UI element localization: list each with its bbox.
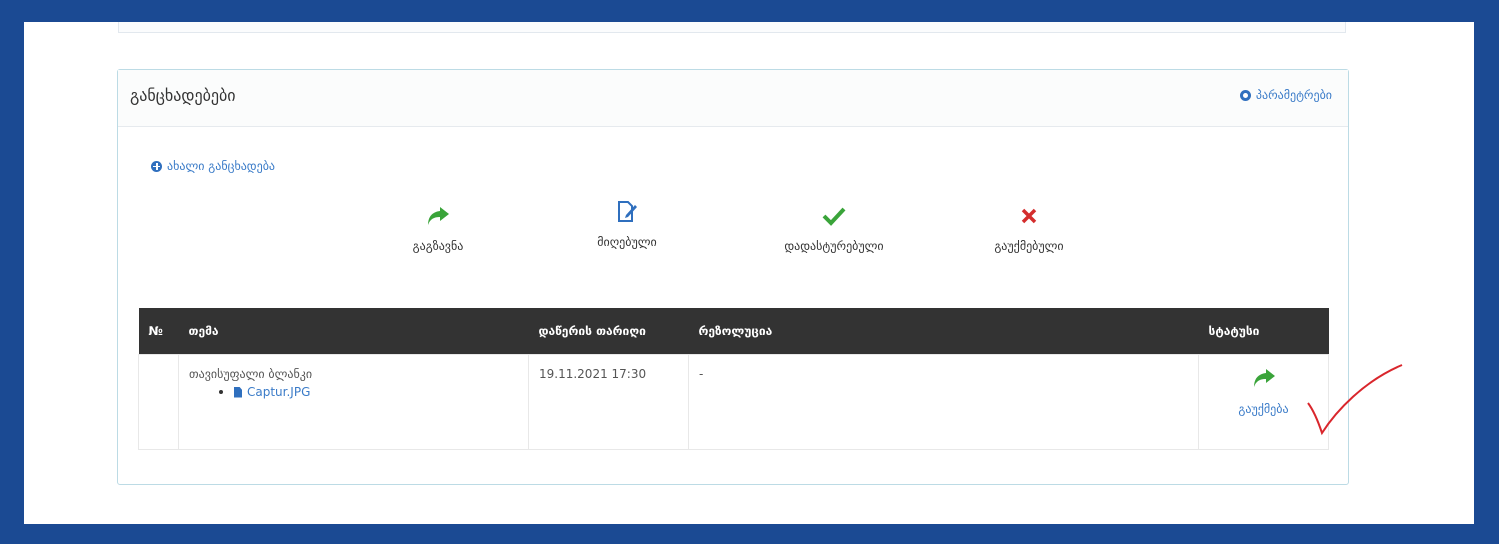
share-arrow-icon bbox=[428, 207, 449, 225]
new-application-label: ახალი განცხადება bbox=[167, 159, 276, 173]
header-date[interactable]: დაწერის თარიღი bbox=[528, 308, 689, 355]
action-cancelled[interactable]: გაუქმებული bbox=[969, 203, 1089, 253]
row-resolution: - bbox=[688, 354, 1199, 450]
action-confirmed[interactable]: დადასტურებული bbox=[764, 203, 904, 253]
row-date: 19.11.2021 17:30 bbox=[528, 354, 689, 450]
panel-title: განცხადებები bbox=[130, 86, 236, 105]
action-received[interactable]: მიღებული bbox=[567, 199, 687, 249]
share-arrow-icon[interactable] bbox=[1251, 367, 1277, 389]
previous-panel-edge bbox=[118, 22, 1346, 33]
table-row: თავისუფალი ბლანკი Captur.JPG 19.11.2021 … bbox=[138, 354, 1329, 450]
action-send[interactable]: გაგზავნა bbox=[378, 203, 498, 253]
gear-icon bbox=[1239, 89, 1251, 101]
panel-header: განცხადებები პარამეტრები bbox=[118, 70, 1348, 127]
table-header-row: № თემა დაწერის თარიღი რეზოლუცია სტატუსი bbox=[138, 308, 1329, 355]
applications-panel: განცხადებები პარამეტრები ახალი განცხადებ… bbox=[117, 69, 1349, 485]
row-topic: თავისუფალი ბლანკი bbox=[189, 367, 313, 381]
applications-table: № თემა დაწერის თარიღი რეზოლუცია სტატუსი … bbox=[138, 308, 1329, 450]
edit-document-icon bbox=[618, 201, 637, 222]
header-number: № bbox=[138, 308, 179, 355]
file-icon bbox=[234, 386, 242, 398]
row-number bbox=[138, 354, 179, 450]
new-application-link[interactable]: ახალი განცხადება bbox=[151, 159, 275, 173]
header-status[interactable]: სტატუსი bbox=[1198, 308, 1329, 355]
bullet bbox=[219, 390, 223, 394]
action-confirmed-label: დადასტურებული bbox=[784, 239, 884, 253]
screenshot-frame: განცხადებები პარამეტრები ახალი განცხადებ… bbox=[24, 22, 1474, 524]
settings-label: პარამეტრები bbox=[1255, 88, 1332, 102]
action-send-label: გაგზავნა bbox=[412, 239, 464, 253]
row-topic-cell: თავისუფალი ბლანკი Captur.JPG bbox=[178, 354, 529, 450]
action-received-label: მიღებული bbox=[597, 235, 657, 249]
red-checkmark-annotation bbox=[1307, 364, 1403, 436]
action-cancelled-label: გაუქმებული bbox=[994, 239, 1064, 253]
header-resolution[interactable]: რეზოლუცია bbox=[688, 308, 1199, 355]
attachment-link[interactable]: Captur.JPG bbox=[219, 385, 518, 399]
x-icon bbox=[1021, 208, 1037, 224]
plus-circle-icon bbox=[151, 160, 162, 172]
check-icon bbox=[822, 207, 846, 226]
attachment-name: Captur.JPG bbox=[247, 385, 311, 399]
settings-link[interactable]: პარამეტრები bbox=[1239, 88, 1332, 102]
header-topic[interactable]: თემა bbox=[178, 308, 529, 355]
